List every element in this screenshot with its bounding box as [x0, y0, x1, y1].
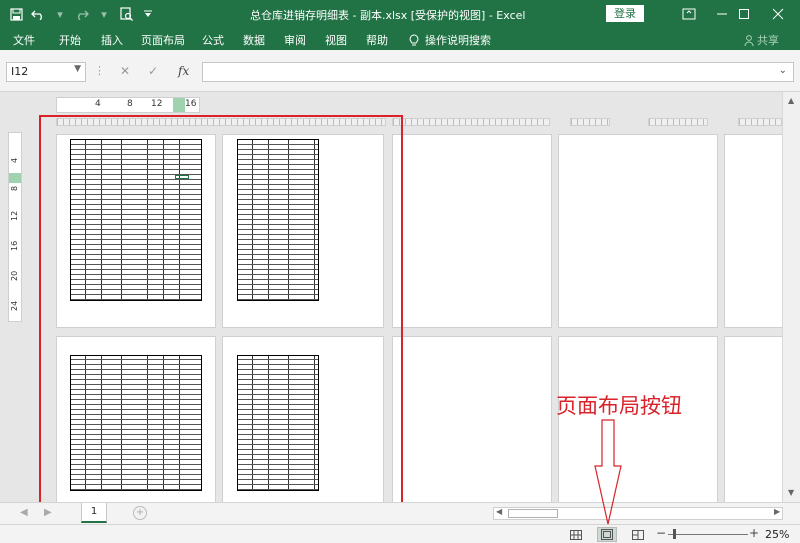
title-bar: ▾ ▾ 总仓库进销存明细表 - 副本.xlsx [受保护的视图] - Excel… [0, 0, 800, 28]
formula-bar-separator: ⋮ [94, 64, 105, 77]
customize-toolbar-icon[interactable] [138, 4, 158, 24]
ruler-highlight [173, 98, 185, 112]
page-layout-view-icon[interactable] [597, 527, 617, 542]
tab-formulas[interactable]: 公式 [202, 32, 224, 48]
sheet-tab[interactable]: 1 [81, 503, 107, 523]
chevron-down-icon[interactable]: ▾ [94, 4, 114, 24]
zoom-level[interactable]: 25% [765, 528, 789, 541]
chevron-down-icon[interactable]: ▼ [74, 64, 81, 74]
tell-me-label: 操作说明搜索 [425, 34, 491, 47]
ruler-tick: 12 [10, 210, 19, 221]
print-preview-icon[interactable] [116, 4, 136, 24]
login-button[interactable]: 登录 [606, 5, 644, 22]
name-box[interactable]: I12 ▼ [6, 62, 86, 82]
undo-icon[interactable] [28, 4, 48, 24]
column-header-strip [648, 118, 708, 126]
ribbon-tabs: 文件 开始 插入 页面布局 公式 数据 审阅 视图 帮助 操作说明搜索 共享 [0, 28, 800, 50]
scroll-left-icon[interactable]: ◀ [20, 507, 28, 518]
ruler-tick: 24 [10, 300, 19, 311]
tab-file[interactable]: 文件 [13, 32, 35, 48]
vertical-scrollbar[interactable]: ▲ ▼ [782, 92, 800, 502]
tell-me-search[interactable]: 操作说明搜索 [409, 32, 491, 48]
horizontal-ruler: 4 8 12 16 [56, 97, 200, 113]
annotation-label: 页面布局按钮 [556, 394, 682, 418]
horizontal-scrollbar[interactable]: ◀ ▶ [493, 507, 783, 520]
page-layout-workspace[interactable]: 4 8 12 16 4 8 12 16 20 24 [0, 92, 782, 502]
vertical-ruler: 4 8 12 16 20 24 [8, 132, 22, 322]
status-bar: − + 25% [0, 524, 800, 543]
maximize-icon[interactable] [728, 0, 760, 28]
scroll-left-icon[interactable]: ◀ [496, 507, 502, 516]
column-header-strip [392, 118, 550, 126]
scroll-up-icon[interactable]: ▲ [788, 96, 794, 105]
enter-icon[interactable]: ✓ [148, 64, 158, 78]
blank-page[interactable] [558, 134, 718, 328]
save-icon[interactable] [6, 4, 26, 24]
column-header-strip [738, 118, 782, 126]
blank-page[interactable] [392, 134, 552, 328]
scroll-right-icon[interactable]: ▶ [774, 507, 780, 516]
redo-icon[interactable] [72, 4, 92, 24]
tab-review[interactable]: 审阅 [284, 32, 306, 48]
tab-home[interactable]: 开始 [59, 32, 81, 48]
share-button[interactable]: 共享 [744, 32, 779, 48]
normal-view-icon[interactable] [566, 527, 586, 542]
chevron-down-icon[interactable]: ▾ [50, 4, 70, 24]
zoom-slider[interactable] [668, 534, 748, 535]
annotation-arrow-icon [594, 419, 622, 525]
sheet-tabs-bar: ◀ ▶ 1 + ◀ ▶ [0, 502, 800, 524]
ruler-tick: 16 [10, 240, 19, 251]
lightbulb-icon [409, 33, 419, 45]
add-sheet-icon[interactable]: + [133, 506, 147, 520]
ruler-highlight [9, 173, 21, 183]
name-box-value: I12 [11, 65, 29, 78]
insert-function-icon[interactable]: fx [178, 64, 189, 78]
scroll-right-icon[interactable]: ▶ [44, 507, 52, 518]
cancel-icon[interactable]: ✕ [120, 64, 130, 78]
formula-input[interactable]: ⌄ [202, 62, 794, 82]
person-icon [744, 34, 754, 46]
highlight-box [39, 115, 403, 502]
share-label: 共享 [757, 34, 779, 47]
ruler-tick: 4 [10, 157, 19, 163]
scroll-down-icon[interactable]: ▼ [788, 488, 794, 497]
blank-page[interactable] [724, 134, 782, 328]
ruler-tick: 12 [151, 99, 163, 109]
ribbon-display-icon[interactable] [673, 0, 705, 28]
ruler-tick: 16 [185, 99, 197, 109]
page-break-preview-icon[interactable] [628, 527, 648, 542]
ruler-tick: 4 [95, 99, 101, 109]
tab-insert[interactable]: 插入 [101, 32, 123, 48]
ruler-tick: 8 [10, 185, 19, 191]
ruler-tick: 20 [10, 270, 19, 281]
formula-bar: I12 ▼ ⋮ ✕ ✓ fx ⌄ [0, 50, 800, 92]
chevron-down-icon[interactable]: ⌄ [779, 65, 787, 76]
tab-page-layout[interactable]: 页面布局 [141, 32, 185, 48]
window-title: 总仓库进销存明细表 - 副本.xlsx [受保护的视图] - Excel [250, 9, 526, 22]
zoom-in-button[interactable]: + [749, 526, 759, 540]
quick-access-toolbar: ▾ ▾ [6, 4, 158, 24]
zoom-slider-thumb[interactable] [673, 529, 676, 539]
zoom-out-button[interactable]: − [656, 526, 666, 540]
tab-data[interactable]: 数据 [243, 32, 265, 48]
tab-help[interactable]: 帮助 [366, 32, 388, 48]
blank-page[interactable] [392, 336, 552, 502]
scroll-thumb[interactable] [508, 509, 558, 518]
close-icon[interactable] [762, 0, 794, 28]
column-header-strip [570, 118, 610, 126]
blank-page[interactable] [724, 336, 782, 502]
ruler-tick: 8 [127, 99, 133, 109]
tab-view[interactable]: 视图 [325, 32, 347, 48]
